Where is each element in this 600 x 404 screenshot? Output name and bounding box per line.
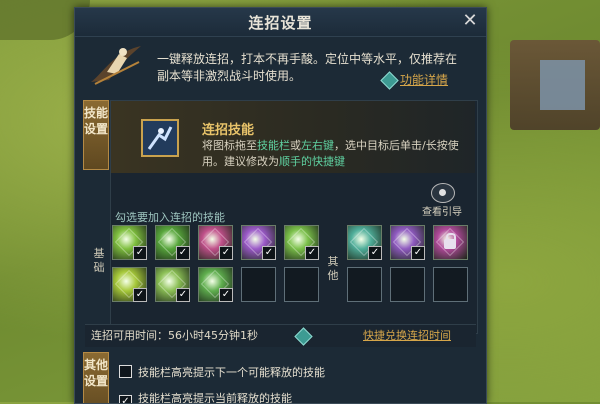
combo-art-icon <box>91 46 141 85</box>
eye-icon[interactable] <box>431 183 455 203</box>
tab-other-settings[interactable]: 其他设置 <box>83 352 109 403</box>
combo-skill-figure-icon <box>143 121 177 155</box>
basic-group-label: 基础 <box>93 247 105 274</box>
skill-checkbox[interactable]: ✓ <box>219 288 233 302</box>
view-guide-link[interactable]: 查看引导 <box>422 203 462 218</box>
combo-settings-panel: 连招设置 ✕ 一键释放连招，打本不再手酸。定位中等水平，仅推荐在副本等非激烈战斗… <box>74 7 487 404</box>
combo-time-text: 连招可用时间：56小时45分钟1秒 <box>91 329 258 342</box>
title-bar[interactable]: 连招设置 ✕ <box>75 8 486 37</box>
combo-skill-title: 连招技能 <box>202 123 255 138</box>
option-label: 技能栏高亮提示下一个可能释放的技能 <box>138 366 325 379</box>
other-skill-slot[interactable]: ✓ <box>390 225 425 260</box>
skill-checkbox[interactable]: ✓ <box>133 246 147 260</box>
skill-checkbox[interactable]: ✓ <box>368 246 382 260</box>
basic-skill-slot[interactable]: ✓ <box>155 225 190 260</box>
skill-checkbox[interactable]: ✓ <box>219 246 233 260</box>
lock-icon <box>444 233 456 249</box>
basic-skill-slot[interactable] <box>284 267 319 302</box>
basic-skill-slot[interactable] <box>241 267 276 302</box>
other-skill-slot[interactable]: ✓ <box>347 225 382 260</box>
basic-skill-slot[interactable]: ✓ <box>241 225 276 260</box>
option-label: 技能栏高亮提示当前释放的技能 <box>138 392 292 404</box>
option-checkbox[interactable] <box>119 365 132 378</box>
select-skills-label: 勾选要加入连招的技能 <box>115 211 225 224</box>
basic-skill-slot[interactable]: ✓ <box>284 225 319 260</box>
feature-detail-link[interactable]: 功能详情 <box>400 71 448 88</box>
combo-skill-desc: 将图标拖至技能栏或左右键，选中目标后单击/长按使用。建议修改为顺手的快捷键 <box>202 139 459 168</box>
basic-skill-slot[interactable]: ✓ <box>112 225 147 260</box>
skill-checkbox[interactable]: ✓ <box>133 288 147 302</box>
basic-skill-slot[interactable]: ✓ <box>198 267 233 302</box>
tab-skill-settings[interactable]: 技能设置 <box>83 100 109 170</box>
option-row[interactable]: 技能栏高亮提示下一个可能释放的技能 <box>119 364 325 380</box>
basic-skill-slot[interactable]: ✓ <box>112 267 147 302</box>
basic-skill-slot[interactable]: ✓ <box>155 267 190 302</box>
close-icon[interactable]: ✕ <box>460 11 480 31</box>
other-group-label: 其他 <box>327 255 339 282</box>
skill-checkbox[interactable]: ✓ <box>305 246 319 260</box>
scenery-cloth <box>540 60 585 110</box>
skill-checkbox[interactable]: ✓ <box>411 246 425 260</box>
other-skill-slot[interactable] <box>347 267 382 302</box>
other-skill-slot[interactable] <box>433 225 468 260</box>
exchange-time-link[interactable]: 快捷兑换连招时间 <box>363 327 451 343</box>
section-caret <box>147 173 167 183</box>
other-skill-slot[interactable] <box>390 267 425 302</box>
basic-skill-slot[interactable]: ✓ <box>198 225 233 260</box>
skill-checkbox[interactable]: ✓ <box>176 288 190 302</box>
window-title: 连招设置 <box>248 14 313 32</box>
other-skill-slot[interactable] <box>433 267 468 302</box>
skill-checkbox[interactable]: ✓ <box>262 246 276 260</box>
combo-skill-icon[interactable] <box>141 119 179 157</box>
option-checkbox[interactable]: ✓ <box>119 395 132 403</box>
skill-checkbox[interactable]: ✓ <box>176 246 190 260</box>
